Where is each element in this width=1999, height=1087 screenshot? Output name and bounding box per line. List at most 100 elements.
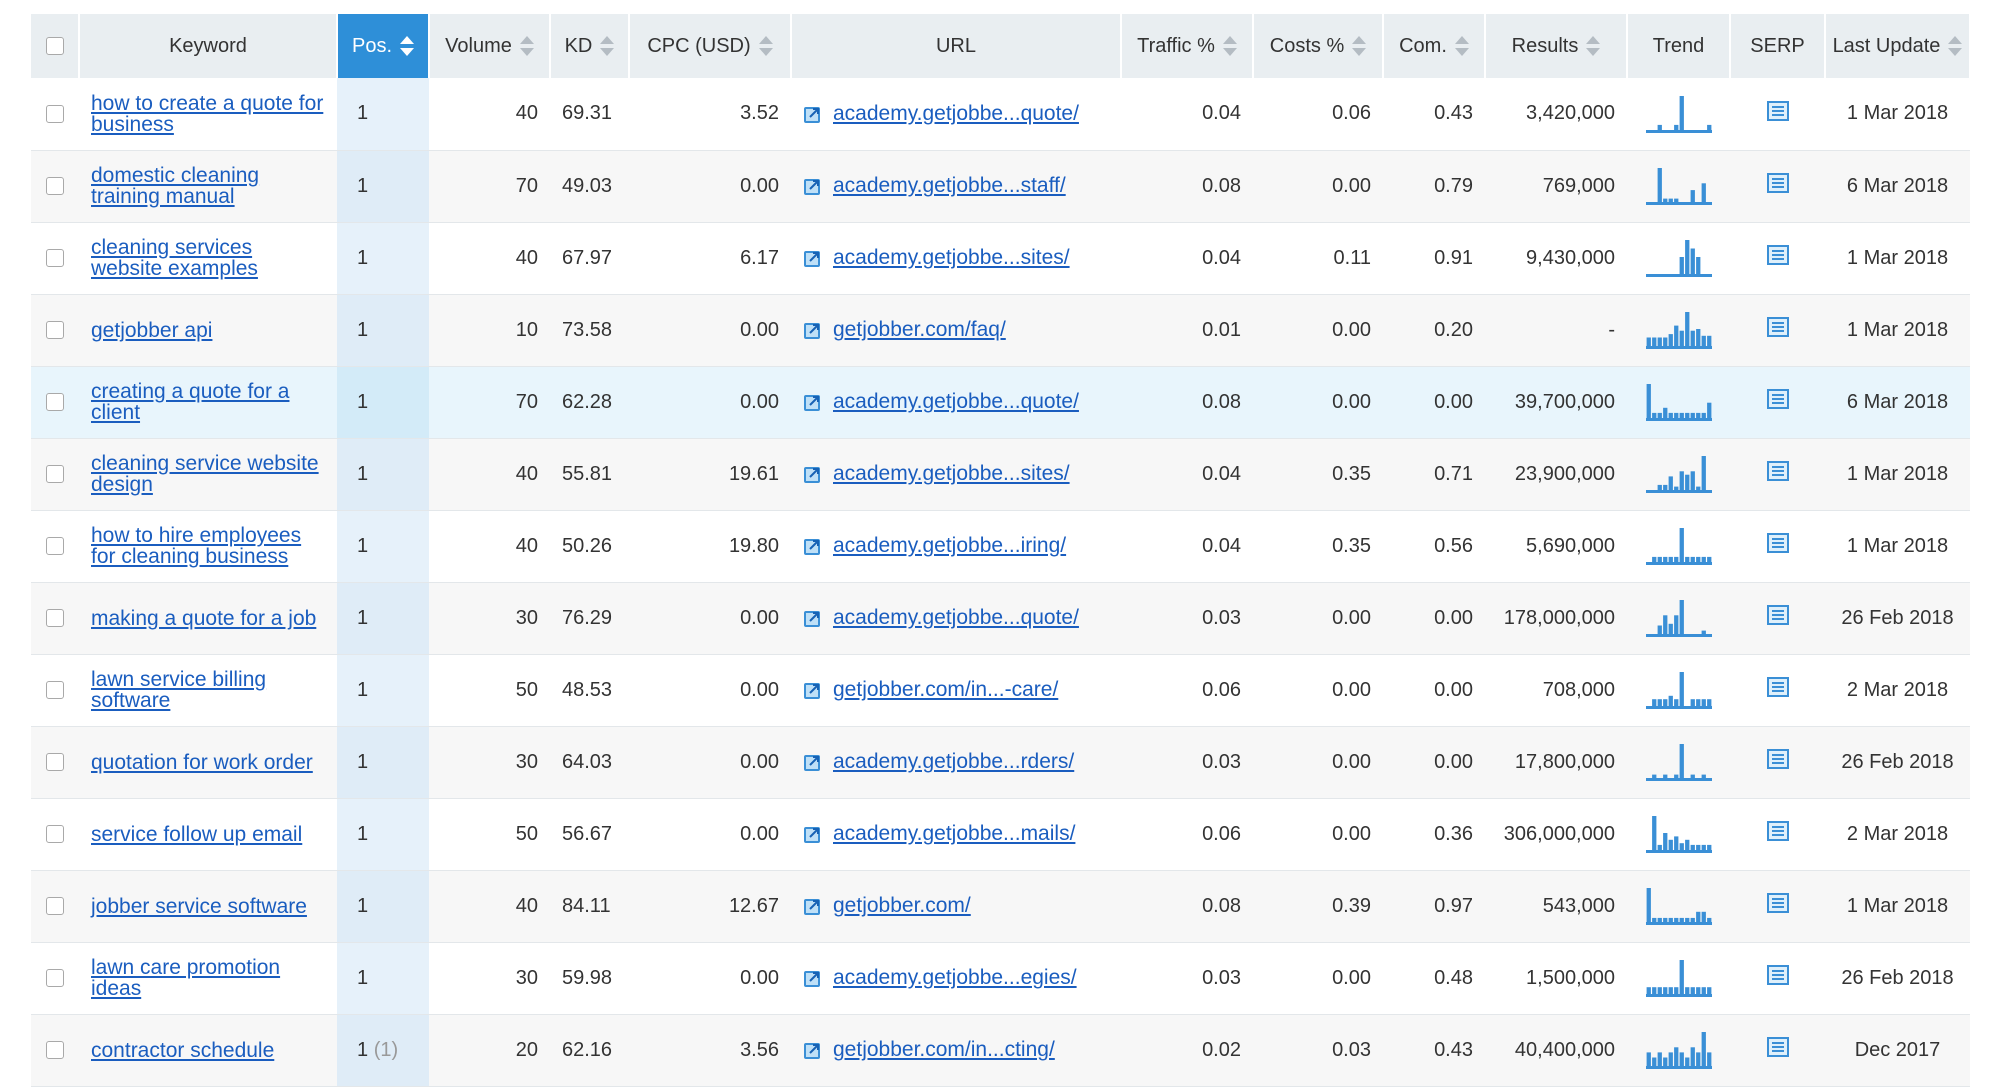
keyword-link[interactable]: contractor schedule [91,1040,325,1061]
keyword-link[interactable]: domestic cleaning training manual [91,165,325,207]
select-all-checkbox[interactable] [45,37,64,56]
row-checkbox[interactable] [46,681,64,700]
trend-bar [1646,888,1651,922]
serp-snapshot-icon[interactable] [1766,821,1789,841]
serp-snapshot-icon[interactable] [1766,100,1789,121]
trend-bar [1684,987,1689,994]
keyword-link[interactable]: cleaning service website design [91,453,325,495]
external-link-icon[interactable] [803,320,823,340]
url-cell: getjobber.com/in...cting/ [791,1014,1121,1087]
results-cell: - [1485,294,1627,367]
header-com[interactable]: Com. [1383,14,1486,78]
serp-snapshot-icon[interactable] [1766,533,1789,553]
row-checkbox[interactable] [46,537,64,556]
row-checkbox[interactable] [46,609,64,628]
external-link-icon[interactable] [803,752,823,772]
trend-bar [1701,183,1706,202]
external-link-icon[interactable] [803,896,823,916]
header-results[interactable]: Results [1485,14,1628,78]
url-link[interactable]: academy.getjobbe...egies/ [833,966,1077,989]
keyword-link[interactable]: service follow up email [91,824,325,845]
url-link[interactable]: academy.getjobbe...sites/ [833,462,1070,485]
keyword-link[interactable]: making a quote for a job [91,608,325,629]
trend-cell [1627,78,1730,151]
url-link[interactable]: academy.getjobbe...sites/ [833,246,1070,269]
row-checkbox[interactable] [46,465,64,484]
com-cell: 0.20 [1383,294,1485,367]
row-checkbox[interactable] [46,1041,64,1060]
external-link-icon[interactable] [803,608,823,628]
external-link-icon[interactable] [803,968,823,988]
trend-bar [1673,987,1678,994]
trend-bar [1651,556,1656,562]
external-link-icon[interactable] [803,536,823,556]
trend-sparkline [1645,456,1712,493]
header-last-update[interactable]: Last Update [1825,14,1971,78]
url-link[interactable]: getjobber.com/faq/ [833,318,1006,341]
keyword-link[interactable]: lawn service billing software [91,669,325,711]
external-link-icon[interactable] [803,824,823,844]
row-checkbox[interactable] [46,825,64,844]
row-checkbox[interactable] [46,897,64,916]
url-link[interactable]: getjobber.com/in...-care/ [833,678,1058,701]
url-link[interactable]: academy.getjobbe...quote/ [833,390,1079,413]
row-checkbox[interactable] [46,104,64,123]
external-link-icon[interactable] [803,464,823,484]
serp-snapshot-icon[interactable] [1766,893,1789,913]
serp-snapshot-icon[interactable] [1766,245,1789,265]
keyword-link[interactable]: cleaning services website examples [91,237,325,279]
url-link[interactable]: getjobber.com/ [833,894,971,917]
header-cpc[interactable]: CPC (USD) [629,14,792,78]
url-link[interactable]: academy.getjobbe...rders/ [833,750,1074,773]
url-link[interactable]: academy.getjobbe...quote/ [833,102,1079,125]
external-link-icon[interactable] [803,1040,823,1060]
row-checkbox[interactable] [46,249,64,268]
serp-snapshot-icon[interactable] [1766,677,1789,697]
keyword-link[interactable]: how to hire employees for cleaning busin… [91,525,325,567]
external-link-icon[interactable] [803,176,823,196]
traffic-cell: 0.03 [1121,942,1253,1015]
serp-snapshot-icon[interactable] [1766,173,1789,193]
keyword-link[interactable]: how to create a quote for business [91,93,325,135]
keyword-link[interactable]: creating a quote for a client [91,381,325,423]
header-costs[interactable]: Costs % [1253,14,1384,78]
sort-icon [1222,35,1237,57]
keyword-link[interactable]: quotation for work order [91,752,325,773]
serp-snapshot-icon[interactable] [1766,749,1789,769]
url-link[interactable]: academy.getjobbe...iring/ [833,534,1066,557]
header-keyword[interactable]: Keyword [79,14,338,78]
external-link-icon[interactable] [803,248,823,268]
url-link[interactable]: academy.getjobbe...staff/ [833,174,1066,197]
serp-snapshot-icon[interactable] [1766,1037,1789,1057]
trend-baseline [1645,634,1712,637]
row-checkbox[interactable] [46,393,64,412]
url-link[interactable]: getjobber.com/in...cting/ [833,1038,1055,1061]
serp-snapshot-icon[interactable] [1766,605,1789,625]
header-pos[interactable]: Pos. [337,14,430,78]
external-link-icon[interactable] [803,680,823,700]
row-checkbox[interactable] [46,177,64,196]
url-link[interactable]: academy.getjobbe...mails/ [833,822,1075,845]
header-volume[interactable]: Volume [429,14,551,78]
serp-snapshot-icon[interactable] [1766,317,1789,337]
keyword-link[interactable]: getjobber api [91,320,325,341]
trend-bar [1657,168,1662,202]
header-kd[interactable]: KD [550,14,630,78]
header-traffic[interactable]: Traffic % [1121,14,1254,78]
serp-snapshot-icon[interactable] [1766,965,1789,985]
trend-bar [1701,456,1706,490]
serp-snapshot-icon[interactable] [1766,461,1789,481]
keyword-link[interactable]: jobber service software [91,896,325,917]
trend-bar [1684,474,1689,490]
keyword-link[interactable]: lawn care promotion ideas [91,957,325,999]
last-update-cell: 1 Mar 2018 [1825,438,1970,511]
serp-snapshot-icon[interactable] [1766,389,1789,409]
row-checkbox[interactable] [46,753,64,772]
external-link-icon[interactable] [803,104,823,124]
url-link[interactable]: academy.getjobbe...quote/ [833,606,1079,629]
row-select-cell [31,582,79,655]
row-checkbox[interactable] [46,321,64,340]
row-checkbox[interactable] [46,969,64,988]
results-cell: 23,900,000 [1485,438,1627,511]
external-link-icon[interactable] [803,392,823,412]
